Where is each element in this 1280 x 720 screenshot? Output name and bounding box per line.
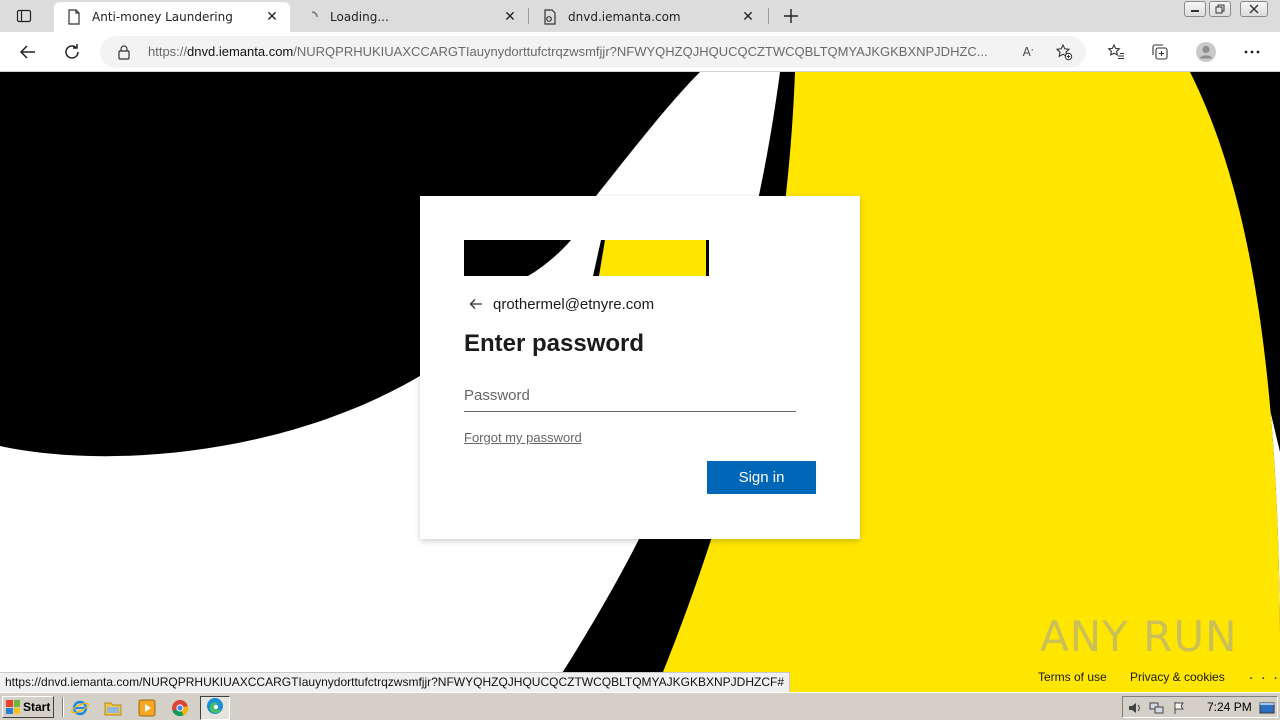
taskbar-divider — [62, 697, 64, 717]
profile-avatar[interactable] — [1192, 38, 1220, 66]
more-options-icon[interactable]: . . . — [1249, 668, 1280, 683]
lock-icon[interactable] — [116, 44, 132, 60]
url-path: /NURQPRHUKIUAXCCARGTIauynydorttufctrqzws… — [293, 44, 988, 59]
show-desktop-icon[interactable] — [1259, 700, 1275, 716]
anyrun-watermark: ANY RUN — [1040, 612, 1238, 661]
sign-in-button[interactable]: Sign in — [707, 461, 816, 494]
web-page: qrothermel@etnyre.com Enter password For… — [0, 72, 1280, 692]
page-icon — [66, 9, 82, 25]
system-tray: 7:24 PM — [1122, 696, 1278, 718]
favorites-icon[interactable] — [1102, 38, 1130, 66]
tab-actions-icon[interactable] — [6, 4, 42, 28]
tab-divider — [768, 8, 769, 24]
windows-logo-icon — [6, 700, 20, 714]
restore-button[interactable] — [1209, 1, 1231, 17]
account-email: qrothermel@etnyre.com — [493, 295, 655, 313]
tab-strip: Anti-money Laundering ✕ Loading... ✕ dnv… — [0, 0, 1280, 32]
media-player-icon[interactable] — [137, 698, 157, 718]
browser-toolbar: https://dnvd.iemanta.com/NURQPRHUKIUAXCC… — [0, 32, 1280, 72]
close-window-button[interactable] — [1240, 1, 1268, 17]
tab-loading[interactable]: Loading... ✕ — [292, 2, 528, 32]
tab-divider — [528, 8, 529, 24]
tab-anti-money-laundering[interactable]: Anti-money Laundering ✕ — [54, 2, 290, 32]
url-host: dnvd.iemanta.com — [187, 44, 294, 59]
tab-title: dnvd.iemanta.com — [568, 10, 681, 24]
read-aloud-icon[interactable]: Aʼ — [1018, 42, 1038, 62]
new-tab-icon[interactable] — [778, 4, 804, 28]
refresh-icon[interactable] — [58, 38, 86, 66]
privacy-cookies-link[interactable]: Privacy & cookies — [1130, 670, 1225, 684]
login-card: qrothermel@etnyre.com Enter password For… — [420, 196, 860, 539]
clock[interactable]: 7:24 PM — [1207, 700, 1252, 714]
network-icon[interactable] — [1149, 700, 1165, 716]
page-title: Enter password — [464, 330, 645, 357]
chrome-icon[interactable] — [170, 698, 190, 718]
collections-icon[interactable] — [1146, 38, 1174, 66]
address-bar[interactable]: https://dnvd.iemanta.com/NURQPRHUKIUAXCC… — [100, 36, 1086, 68]
terms-of-use-link[interactable]: Terms of use — [1038, 670, 1107, 684]
taskbar: Start 7:24 PM — [0, 692, 1280, 720]
minimize-button[interactable] — [1184, 1, 1206, 17]
volume-icon[interactable] — [1127, 700, 1143, 716]
tab-title: Anti-money Laundering — [92, 10, 233, 24]
status-bar-url: https://dnvd.iemanta.com/NURQPRHUKIUAXCC… — [0, 672, 791, 692]
start-label: Start — [23, 700, 51, 714]
page-gear-icon — [542, 9, 558, 25]
edge-taskbar-button[interactable] — [200, 696, 230, 720]
close-tab-icon[interactable]: ✕ — [500, 7, 520, 27]
back-icon[interactable] — [14, 38, 42, 66]
forgot-password-link[interactable]: Forgot my password — [464, 430, 582, 445]
password-field[interactable] — [464, 380, 796, 412]
back-arrow-icon[interactable] — [464, 292, 488, 316]
url-scheme: https:// — [148, 44, 188, 59]
watermark-text: ANY RUN — [1040, 612, 1238, 661]
close-tab-icon[interactable]: ✕ — [262, 7, 282, 27]
address-url[interactable]: https://dnvd.iemanta.com/NURQPRHUKIUAXCC… — [148, 44, 1010, 59]
brand-logo — [464, 240, 709, 276]
edge-icon — [206, 697, 224, 719]
tab-title: Loading... — [330, 10, 389, 24]
internet-explorer-icon[interactable] — [70, 698, 90, 718]
identity-banner: qrothermel@etnyre.com — [464, 293, 654, 315]
tab-dnvd-iemanta[interactable]: dnvd.iemanta.com ✕ — [530, 2, 766, 32]
more-menu-icon[interactable] — [1238, 38, 1266, 66]
close-tab-icon[interactable]: ✕ — [738, 7, 758, 27]
file-explorer-icon[interactable] — [103, 698, 123, 718]
action-center-flag-icon[interactable] — [1171, 700, 1187, 716]
start-button[interactable]: Start — [2, 696, 54, 718]
loading-icon — [304, 9, 320, 25]
add-favorite-icon[interactable] — [1054, 42, 1074, 62]
